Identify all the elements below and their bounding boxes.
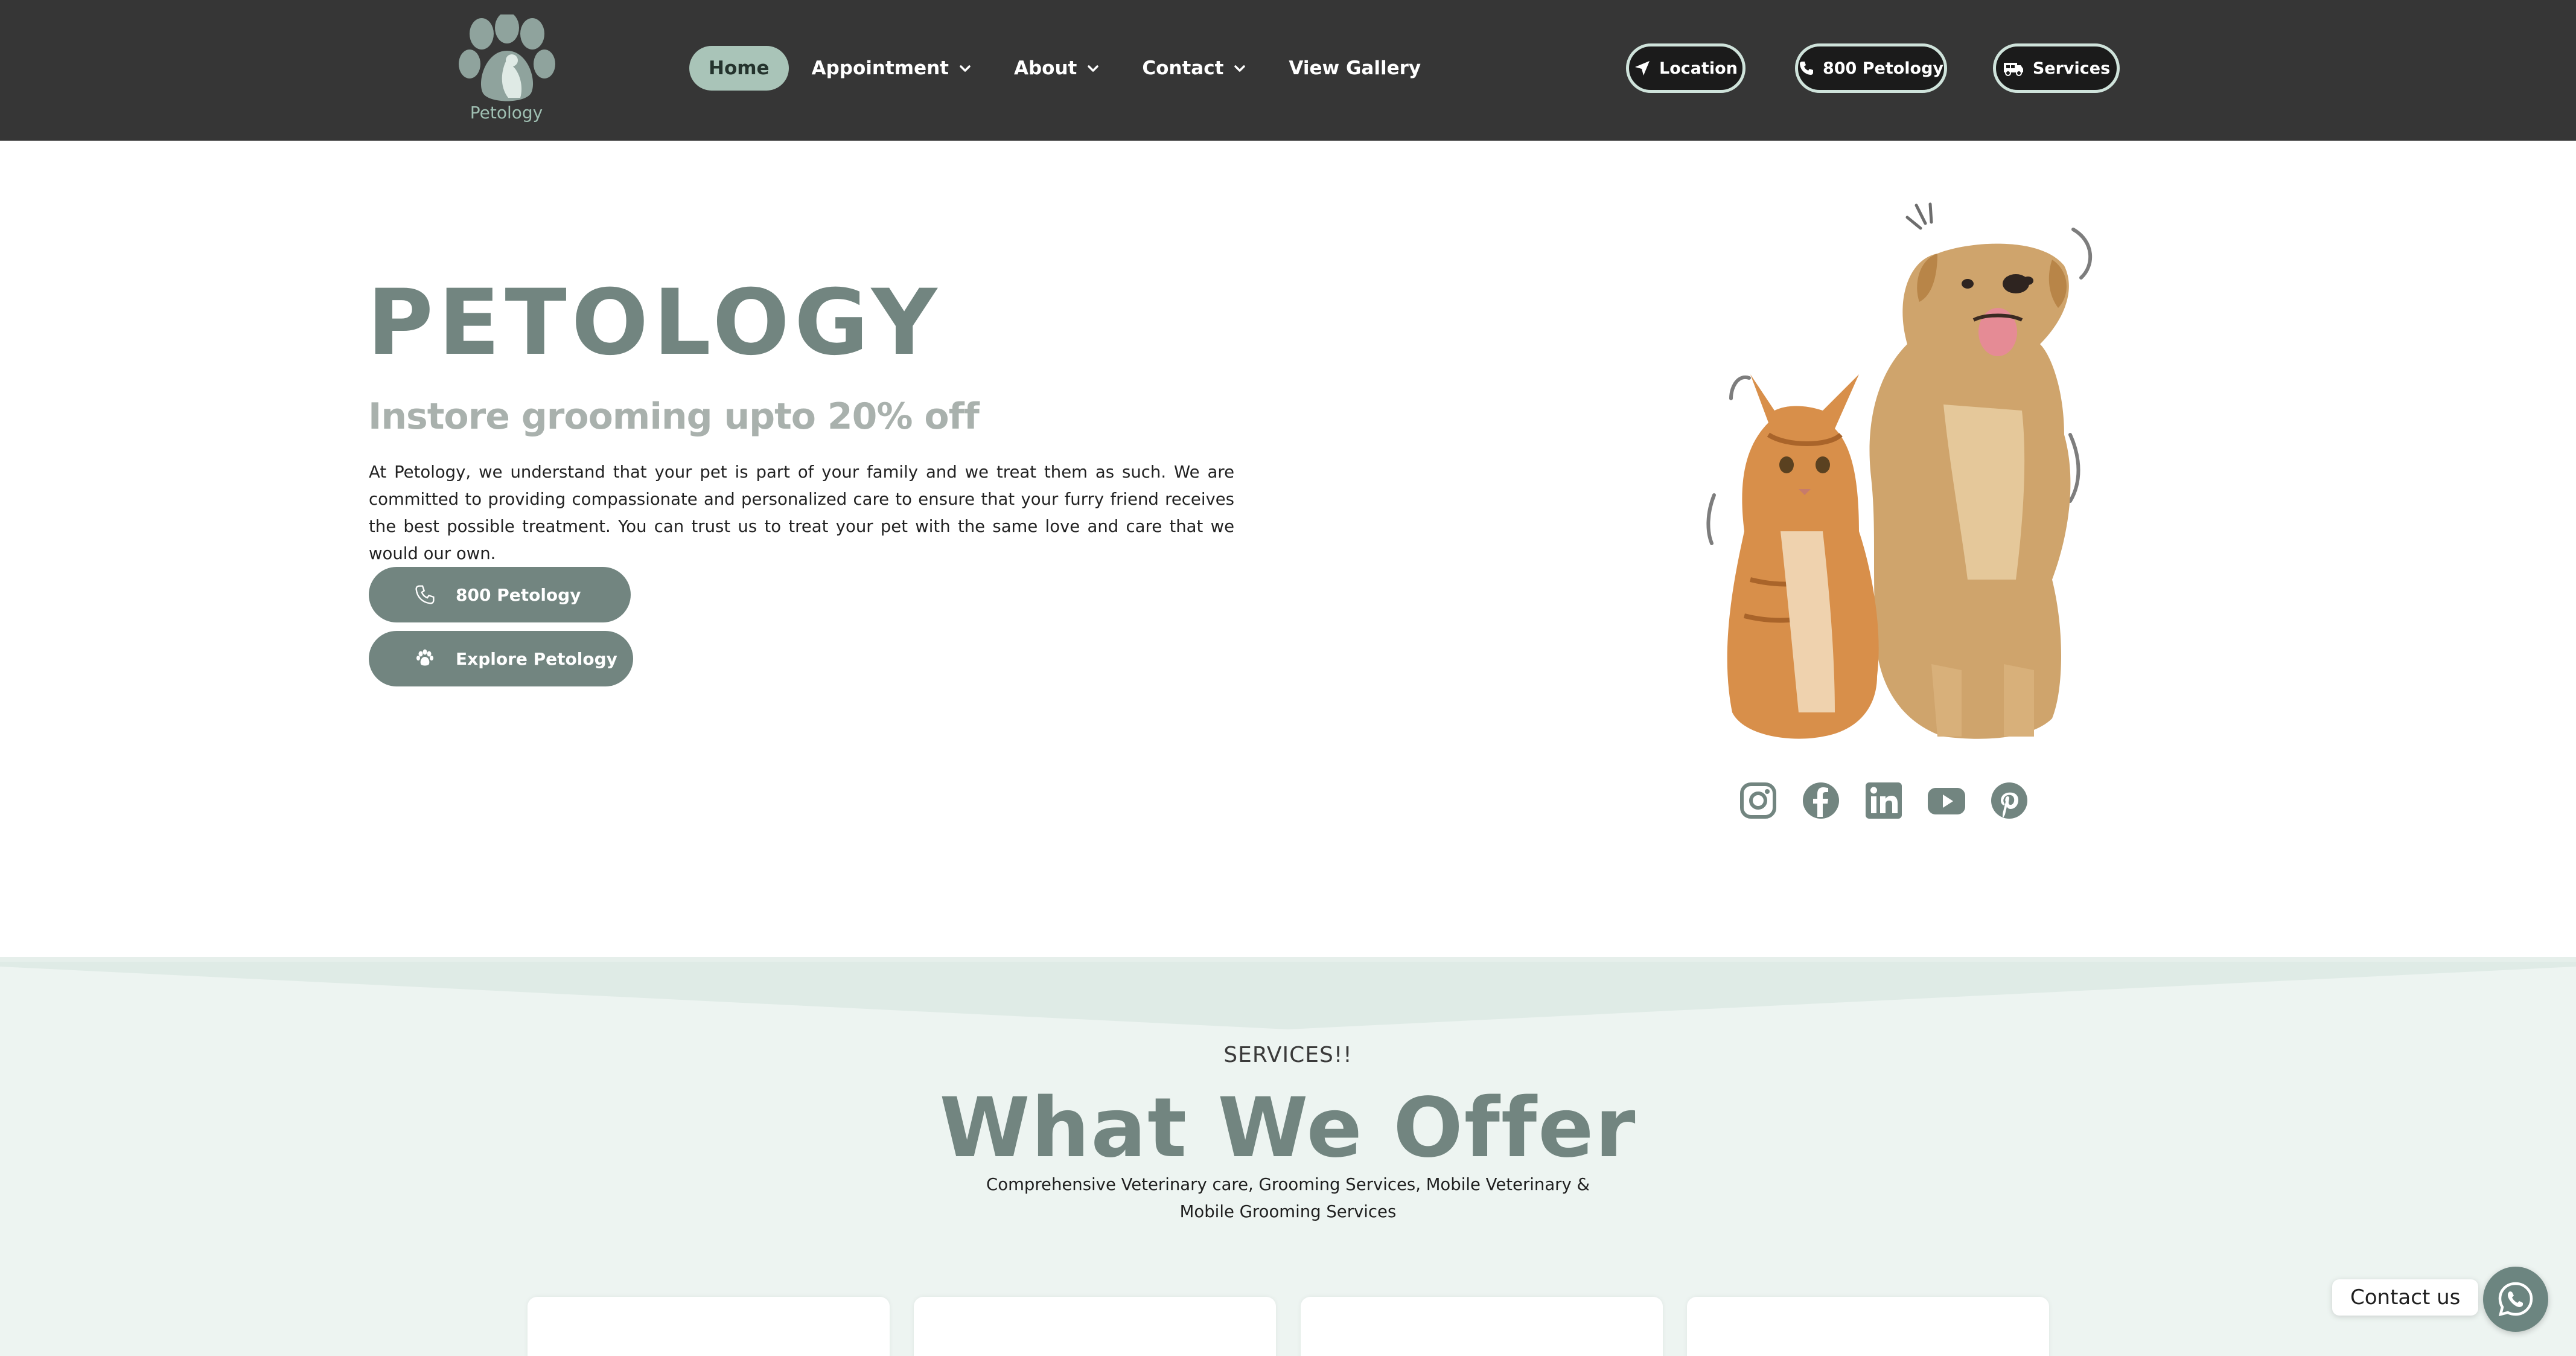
nav-item-home[interactable]: Home [689, 46, 789, 91]
service-card[interactable] [1301, 1297, 1663, 1356]
nav-label: About [1013, 57, 1077, 79]
site-header: Petology Home Appointment About Contact … [0, 0, 2576, 141]
social-links [1738, 781, 2052, 820]
pets-image [1706, 202, 2093, 739]
service-card[interactable] [528, 1297, 890, 1356]
paw-logo-icon [459, 12, 555, 101]
call-button-label: 800 Petology [456, 584, 581, 605]
pinterest-icon[interactable] [1989, 781, 2029, 820]
section-divider [0, 957, 2576, 1029]
nav-label: Home [709, 57, 770, 79]
nav-item-appointment[interactable]: Appointment [792, 46, 991, 91]
hero-description: At Petology, we understand that your pet… [369, 462, 1234, 563]
van-icon [2003, 63, 2023, 76]
location-button-label: Location [1659, 59, 1738, 78]
petology-logo[interactable]: Petology [453, 12, 560, 123]
location-arrow-icon [1635, 61, 1650, 75]
explore-button-label: Explore Petology [456, 648, 617, 669]
whatsapp-button[interactable] [2483, 1267, 2548, 1332]
chevron-down-icon [1234, 65, 1246, 72]
contact-us-label[interactable]: Contact us [2332, 1279, 2479, 1316]
phone-icon [1799, 62, 1813, 75]
whatsapp-icon [2498, 1282, 2533, 1317]
service-card[interactable] [914, 1297, 1276, 1356]
explore-button[interactable]: Explore Petology [369, 631, 633, 686]
nav-label: View Gallery [1289, 57, 1421, 79]
nav-label: Appointment [811, 57, 949, 79]
youtube-icon[interactable] [1927, 781, 1966, 820]
linkedin-icon[interactable] [1864, 781, 1904, 820]
location-button[interactable]: Location [1626, 43, 1745, 93]
nav-item-about[interactable]: About [995, 46, 1119, 91]
phone-icon [415, 585, 435, 604]
chevron-down-icon [1088, 65, 1099, 72]
services-title: What We Offer [939, 1081, 1637, 1176]
nav-label: Contact [1142, 57, 1224, 79]
hero-title: PETOLOGY [367, 270, 942, 376]
facebook-icon[interactable] [1801, 781, 1841, 820]
services-description: Comprehensive Veterinary care, Grooming … [986, 1175, 1590, 1221]
phone-button-label: 800 Petology [1822, 59, 1944, 78]
call-button[interactable]: 800 Petology [369, 567, 631, 622]
phone-button[interactable]: 800 Petology [1795, 43, 1947, 93]
services-kicker: SERVICES!! [1223, 1043, 1353, 1067]
service-card[interactable] [1687, 1297, 2049, 1356]
services-button[interactable]: Services [1993, 43, 2120, 93]
nav-item-view-gallery[interactable]: View Gallery [1269, 46, 1440, 91]
logo-text: Petology [470, 103, 543, 123]
hero-subtitle: Instore grooming upto 20% off [368, 395, 980, 438]
main-nav: Home Appointment About Contact View Gall… [689, 46, 1444, 91]
instagram-icon[interactable] [1738, 781, 1778, 820]
chevron-down-icon [960, 65, 971, 72]
nav-item-contact[interactable]: Contact [1123, 46, 1266, 91]
paw-icon [416, 649, 433, 666]
services-button-label: Services [2032, 59, 2111, 78]
